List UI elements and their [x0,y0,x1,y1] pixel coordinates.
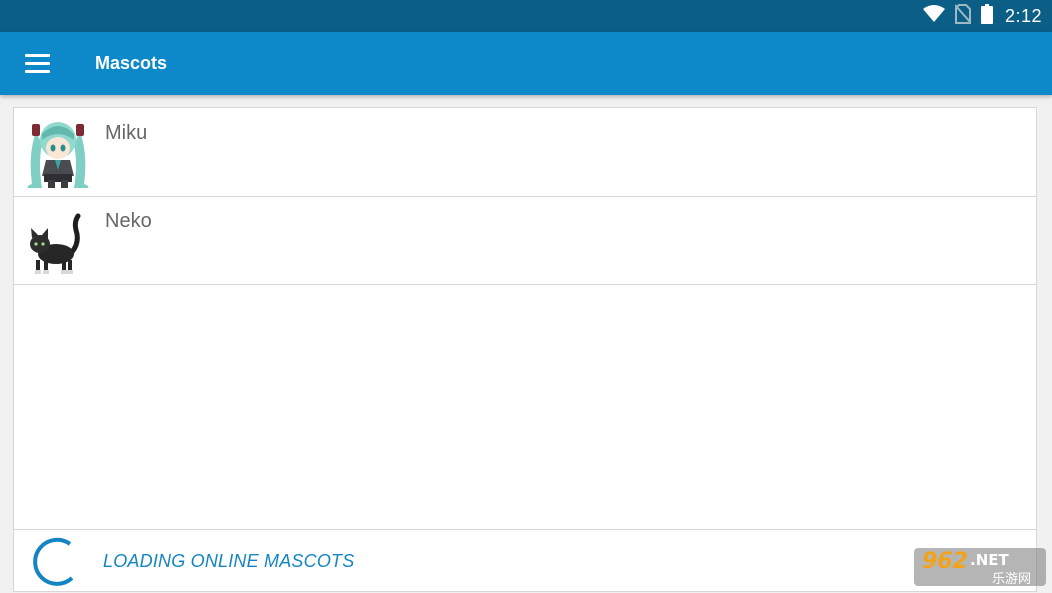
cat-avatar-icon [22,202,94,278]
status-bar: 2:12 [0,0,1052,32]
watermark-logo: 962 [922,549,968,574]
status-icons: 2:12 [922,0,1042,32]
battery-icon [980,3,993,29]
wifi-icon [922,4,945,28]
miku-avatar-icon [22,114,94,190]
hamburger-menu-icon [24,53,50,73]
page-title: Mascots [95,53,168,73]
status-time: 2:12 [1004,5,1042,26]
no-sim-icon [954,3,972,29]
loading-spinner-icon [30,536,82,588]
app-bar: Mascots [0,32,1052,95]
navigation-menu-button[interactable] [14,42,60,84]
loading-label: LOADING ONLINE MASCOTS [103,551,355,571]
mascot-list: Miku Neko LOADING ONLINE MASCOTS [13,107,1037,592]
mascot-name-miku: Miku [105,122,148,144]
watermark-suffix: .NET [970,551,1009,569]
site-watermark: 962 .NET 乐游网 [914,548,1046,587]
watermark-subtitle: 乐游网 [992,572,1032,587]
mascot-item-miku[interactable]: Miku [14,108,1036,197]
loading-online-mascots: LOADING ONLINE MASCOTS [14,529,1036,592]
mascot-item-neko[interactable]: Neko [14,196,1036,285]
mascot-name-neko: Neko [105,210,152,232]
